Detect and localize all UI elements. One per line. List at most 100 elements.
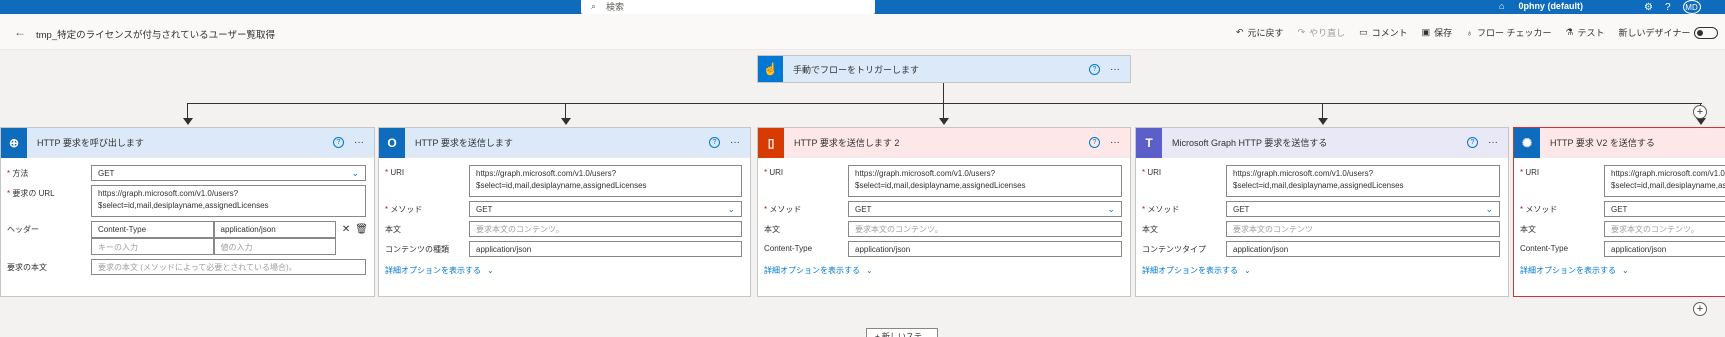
- content-type-field[interactable]: application/json: [469, 241, 742, 257]
- uri-line-2: $select=id,mail,desiplayname,assignedLic…: [855, 181, 1026, 190]
- trigger-title: 手動でフローをトリガーします: [793, 64, 920, 75]
- method-dropdown[interactable]: GET ⌄: [848, 201, 1122, 217]
- header-value-field[interactable]: application/json: [213, 221, 336, 238]
- uri-field[interactable]: https://graph.microsoft.com/v1.0/users? $…: [1226, 165, 1500, 197]
- globe-icon: ⊕: [1, 127, 27, 158]
- environment-name: 0phny (default): [1518, 1, 1583, 11]
- method-value: GET: [98, 168, 115, 178]
- uri-line-2: $select=id,mail,desiplayname,assignedLic…: [1233, 181, 1404, 190]
- advanced-label: 詳細オプションを表示する: [1142, 266, 1238, 275]
- body-field[interactable]: 要求本文のコンテンツ。: [1604, 221, 1725, 237]
- redo-button[interactable]: ↷ やり直し: [1298, 26, 1346, 39]
- body-field[interactable]: 要求本文のコンテンツ。: [469, 221, 742, 237]
- body-label: 本文: [1520, 225, 1536, 234]
- show-advanced-options-link[interactable]: 詳細オプションを表示する ⌄: [1520, 265, 1725, 276]
- close-icon[interactable]: ✕: [342, 224, 350, 235]
- connector-line: [565, 103, 566, 118]
- header-key-input[interactable]: キーの入力: [91, 238, 214, 255]
- action-card-graph-http[interactable]: T Microsoft Graph HTTP 要求を送信する ? ··· * U…: [1135, 127, 1509, 297]
- show-advanced-options-link[interactable]: 詳細オプションを表示する ⌄: [1142, 265, 1500, 276]
- help-icon[interactable]: ?: [1665, 2, 1671, 13]
- save-label: 保存: [1434, 28, 1453, 38]
- help-circle-icon[interactable]: ?: [1089, 137, 1100, 148]
- chevron-down-icon: ⌄: [727, 203, 735, 214]
- new-designer-toggle[interactable]: 新しいデザイナー: [1619, 26, 1719, 39]
- delete-icon[interactable]: 🗑: [355, 224, 368, 235]
- method-dropdown[interactable]: GET ⌄: [469, 201, 742, 217]
- arrow-head: [1696, 118, 1706, 125]
- action-card-office-http[interactable]: O HTTP 要求を送信します ? ··· * URI https://grap…: [378, 127, 751, 297]
- environment-icon: ⌂: [1499, 1, 1505, 11]
- content-type-label: コンテンツの種類: [385, 245, 449, 254]
- show-advanced-options-link[interactable]: 詳細オプションを表示する ⌄: [385, 265, 742, 276]
- undo-icon: ↶: [1236, 27, 1244, 37]
- method-label: メソッド: [769, 205, 802, 214]
- redo-icon: ↷: [1297, 27, 1306, 37]
- new-step-button[interactable]: + 新しいステップ: [866, 328, 938, 337]
- search-input[interactable]: ⌕ 検索: [581, 0, 875, 14]
- help-circle-icon[interactable]: ?: [1089, 63, 1100, 75]
- uri-field[interactable]: https://graph.microsoft.com/v1.0/users? $…: [469, 165, 742, 197]
- method-dropdown[interactable]: GET ⌄: [91, 165, 366, 181]
- header-key-field[interactable]: Content-Type: [91, 221, 214, 238]
- uri-line-1: https://graph.microsoft.com/v1.0/users?: [1611, 169, 1725, 178]
- save-button[interactable]: ▣ 保存: [1422, 26, 1453, 39]
- help-circle-icon[interactable]: ?: [1467, 137, 1478, 148]
- settings-icon[interactable]: ⚙: [1644, 2, 1653, 13]
- action-card-http-v2[interactable]: ✺ HTTP 要求 V2 を送信する * URI https://graph.m…: [1513, 127, 1725, 297]
- uri-line-1: https://graph.microsoft.com/v1.0/users?: [855, 169, 996, 178]
- avatar[interactable]: MD: [1682, 0, 1701, 14]
- trigger-card[interactable]: ☝ 手動でフローをトリガーします ? ···: [757, 55, 1131, 83]
- environment-picker[interactable]: ⌂ 0phny (default): [1499, 1, 1583, 11]
- more-options-icon[interactable]: ···: [354, 137, 364, 148]
- action-card-office365-http[interactable]: ▯ HTTP 要求を送信します 2 ? ··· * URI https://gr…: [757, 127, 1131, 297]
- card-title: HTTP 要求を送信します 2: [794, 138, 900, 148]
- flow-checker-button[interactable]: ♁ フロー チェッカー: [1466, 26, 1551, 39]
- redo-label: やり直し: [1309, 28, 1346, 38]
- arrow-head: [939, 118, 949, 125]
- method-label: 方法: [12, 169, 29, 178]
- uri-field[interactable]: https://graph.microsoft.com/v1.0/users? $…: [1604, 165, 1725, 197]
- more-options-icon[interactable]: ···: [1110, 64, 1120, 75]
- more-options-icon[interactable]: ···: [730, 137, 740, 148]
- body-field[interactable]: 要求本文のコンテンツ: [1226, 221, 1500, 237]
- test-button[interactable]: ⚗ テスト: [1565, 26, 1604, 39]
- comment-label: コメント: [1371, 28, 1408, 38]
- save-icon: ▣: [1421, 27, 1431, 37]
- add-parallel-branch-icon[interactable]: +: [1693, 105, 1707, 119]
- uri-line-1: https://graph.microsoft.com/v1.0/users?: [476, 169, 617, 178]
- show-advanced-options-link[interactable]: 詳細オプションを表示する ⌄: [764, 265, 1122, 276]
- content-type-field[interactable]: application/json: [1604, 241, 1725, 257]
- body-field[interactable]: 要求の本文 (メソッドによって必要とされている場合)。: [91, 259, 366, 275]
- method-dropdown[interactable]: GET ⌄: [1226, 201, 1500, 217]
- outlook-icon: O: [379, 127, 405, 158]
- back-arrow-icon[interactable]: ←: [14, 25, 26, 39]
- uri-field[interactable]: https://graph.microsoft.com/v1.0/users? $…: [848, 165, 1122, 197]
- comment-button[interactable]: ▭ コメント: [1359, 26, 1408, 39]
- undo-button[interactable]: ↶ 元に戻す: [1236, 26, 1284, 39]
- content-type-field[interactable]: application/json: [1226, 241, 1500, 257]
- header-value-input[interactable]: 値の入力: [213, 238, 336, 255]
- more-options-icon[interactable]: ···: [1488, 137, 1498, 148]
- method-dropdown[interactable]: GET: [1604, 201, 1725, 217]
- content-type-field[interactable]: application/json: [848, 241, 1122, 257]
- method-value: GET: [1611, 204, 1628, 214]
- flask-icon: ⚗: [1565, 27, 1574, 37]
- arrow-head: [561, 118, 571, 125]
- body-field[interactable]: 要求本文のコンテンツ。: [848, 221, 1122, 237]
- comment-icon: ▭: [1359, 27, 1368, 37]
- help-circle-icon[interactable]: ?: [709, 137, 720, 148]
- undo-label: 元に戻す: [1247, 28, 1284, 38]
- card-title: HTTP 要求 V2 を送信する: [1550, 138, 1655, 148]
- headers-label: ヘッダー: [7, 225, 39, 234]
- action-card-http[interactable]: ⊕ HTTP 要求を呼び出します ? ··· * 方法 GET ⌄ * 要求の U…: [0, 127, 375, 297]
- more-options-icon[interactable]: ···: [1110, 137, 1120, 148]
- help-circle-icon[interactable]: ?: [333, 137, 344, 148]
- method-label: メソッド: [390, 205, 423, 214]
- hand-touch-icon: ☝: [758, 56, 783, 82]
- body-label: 本文: [764, 225, 780, 234]
- method-label: メソッド: [1147, 205, 1180, 214]
- url-field[interactable]: https://graph.microsoft.com/v1.0/users? $…: [91, 185, 366, 217]
- toggle-switch[interactable]: [1694, 26, 1719, 39]
- add-action-icon[interactable]: +: [1693, 302, 1707, 316]
